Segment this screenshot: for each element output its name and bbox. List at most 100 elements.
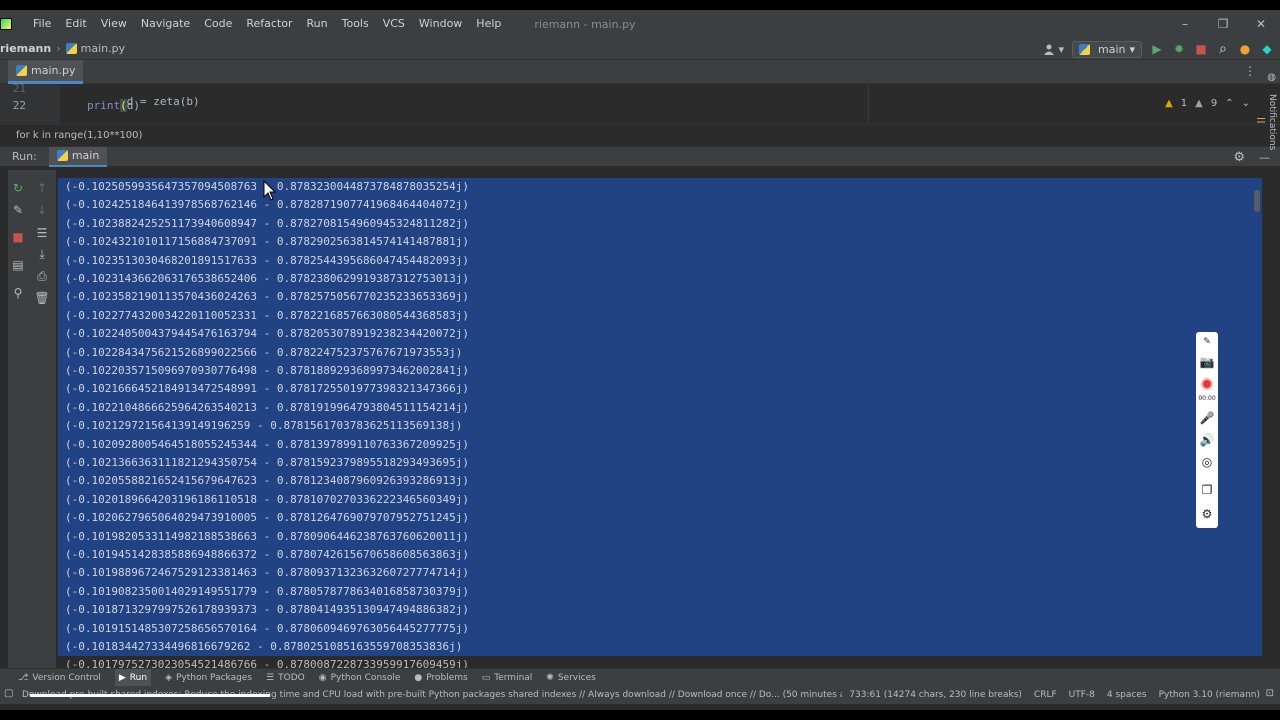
inspection-widget[interactable]: ▲ 1 ▲ 9 ⌃ ⌄ [1165,98,1250,109]
menu-help[interactable]: Help [469,10,508,38]
console-line[interactable]: (-0.1020928005464518055245344 - 0.878139… [58,435,1262,454]
console-line[interactable]: (-0.1019889672467529123381463 - 0.878093… [58,564,1262,583]
menu-tools[interactable]: Tools [335,10,376,38]
tool-run[interactable]: ▶ Run [114,668,152,687]
code-line[interactable]: print(d) [87,99,140,112]
camera-icon[interactable]: 📷 [1199,354,1215,370]
console-line[interactable]: (-0.1023513030468201891517633 - 0.878254… [58,251,1262,270]
editor-menu-icon[interactable]: ☰ [1256,116,1266,124]
code-editor[interactable]: 21 22 d = zeta(b) print(d) ▲ 1 ▲ 9 ⌃ ⌄ ☰ [0,84,1280,124]
line-separator[interactable]: CRLF [1034,690,1057,700]
layout-icon[interactable]: ▤ [10,257,26,273]
lock-icon[interactable]: ⊡ [1266,688,1274,699]
console-line[interactable]: (-0.101834427334496816679262 - 0.8780251… [58,638,1262,657]
rerun-icon[interactable]: ▶ [1150,42,1164,56]
code-breadcrumb[interactable]: for k in range(1,10**100) [0,124,1280,146]
wrench-icon[interactable]: ✎ [10,202,26,218]
speaker-icon[interactable]: 🔊 [1199,432,1215,448]
more-tabs-icon[interactable]: ⋮ [1244,64,1256,78]
breadcrumb-file[interactable]: main.py [65,42,125,55]
console-line[interactable]: (-0.1023143662063176538652406 - 0.878238… [58,270,1262,289]
console-line[interactable]: (-0.1022035715096970930776498 - 0.878188… [58,362,1262,381]
console-line[interactable]: (-0.1019820533114982188538663 - 0.878090… [58,527,1262,546]
console-line[interactable]: (-0.1019082350014029149551779 - 0.878057… [58,582,1262,602]
console-line[interactable]: (-0.1020189664203196186110518 - 0.878107… [58,490,1262,510]
tool-services[interactable]: ✺ Services [546,673,596,683]
console-line[interactable]: (-0.1022843475621526899022566 - 0.878224… [58,343,1262,362]
indent-setting[interactable]: 4 spaces [1107,690,1147,700]
file-encoding[interactable]: UTF-8 [1069,690,1095,700]
search-icon[interactable]: ⌕ [1216,41,1230,57]
next-highlight-icon[interactable]: ⌄ [1242,98,1250,109]
menu-file[interactable]: File [26,10,58,38]
console-line[interactable]: (-0.1022405004379445476163794 - 0.878205… [58,325,1262,344]
console-line[interactable]: (-0.1020558821652415679647623 - 0.878123… [58,472,1262,491]
menu-edit[interactable]: Edit [58,10,93,38]
tool-version-control[interactable]: ⎇ Version Control [18,673,101,683]
rerun-icon[interactable]: ↻ [10,180,26,196]
down-icon[interactable]: ↓ [34,202,50,218]
caret-position[interactable]: 733:61 (14274 chars, 230 line breaks) [849,690,1022,700]
webcam-icon[interactable]: ◎ [1199,454,1215,470]
console-line[interactable]: (-0.1024251846413978568762146 - 0.878287… [58,196,1262,215]
notifications-bell-icon[interactable]: ◍ [1267,72,1276,83]
tool-python-console[interactable]: ◉ Python Console [319,673,401,683]
hide-icon[interactable]: — [1259,151,1270,164]
notifications-label[interactable]: Notifications [1267,94,1277,150]
menu-window[interactable]: Window [412,10,469,38]
menu-view[interactable]: View [94,10,134,38]
console-line[interactable]: (-0.1021666452184913472548991 - 0.878172… [58,380,1262,399]
tab-main-py[interactable]: main.py [8,60,84,84]
stop-icon[interactable]: ■ [10,229,26,245]
console-line[interactable]: (-0.1018713297997526178939373 - 0.878041… [58,601,1262,620]
tool-terminal[interactable]: ▭ Terminal [482,673,533,683]
maximize-button[interactable]: ❐ [1204,10,1242,38]
layout-toggle-icon[interactable]: ▢ [4,688,13,699]
menu-run[interactable]: Run [300,10,335,38]
previous-highlight-icon[interactable]: ⌃ [1225,98,1233,109]
gear-icon[interactable]: ⚙ [1199,506,1215,522]
menu-navigate[interactable]: Navigate [134,10,197,38]
console-scrollbar[interactable] [1254,190,1260,212]
scroll-to-end-icon[interactable]: ⤓ [34,246,50,262]
menu-code[interactable]: Code [197,10,239,38]
update-icon[interactable]: ● [1238,42,1252,56]
close-button[interactable]: ✕ [1242,10,1280,38]
python-interpreter[interactable]: Python 3.10 (riemann) [1159,690,1260,700]
menu-refactor[interactable]: Refactor [239,10,299,38]
tool-problems[interactable]: ● Problems [414,673,467,683]
microphone-icon[interactable]: 🎤 [1199,410,1215,426]
console-line[interactable]: (-0.1025059935647357094508763 - 0.878323… [58,178,1262,197]
console-line[interactable]: (-0.1020627965064029473910005 - 0.878126… [58,509,1262,528]
tool-python-packages[interactable]: ◈ Python Packages [165,673,252,683]
console-line[interactable]: (-0.102129721564139149196259 - 0.8781561… [58,417,1262,436]
pin-icon[interactable]: ⚲ [10,285,26,301]
console-line[interactable]: (-0.1022774320034220110052331 - 0.878221… [58,306,1262,326]
jetbrains-icon[interactable]: ◆ [1260,42,1274,56]
console-line[interactable]: (-0.1019451428385886948866372 - 0.878074… [58,546,1262,565]
console-line[interactable]: (-0.1023882425251173940608947 - 0.878270… [58,214,1262,234]
console-line[interactable]: (-0.1023582190113570436024263 - 0.878257… [58,288,1262,307]
up-icon[interactable]: ↑ [34,180,50,196]
window-icon[interactable]: ❐ [1199,482,1215,498]
stop-icon[interactable]: ■ [1194,42,1208,56]
menu-vcs[interactable]: VCS [376,10,412,38]
trash-icon[interactable]: 🗑 [34,290,50,306]
run-config-select[interactable]: main ▾ [1071,40,1142,58]
print-icon[interactable]: ⎙ [34,268,50,284]
console-line[interactable]: (-0.1021366363111821294350754 - 0.878159… [58,454,1262,473]
console-line[interactable]: (-0.1024321010117156884737091 - 0.878290… [58,233,1262,252]
console-line[interactable]: (-0.1019151485307258656570164 - 0.878060… [58,619,1262,638]
tool-todo[interactable]: ☰ TODO [266,673,305,683]
recorder-menu-icon[interactable]: ✎ [1199,334,1215,350]
breadcrumb-project[interactable]: riemann [0,42,51,55]
run-tab-main[interactable]: main [48,146,108,167]
soft-wrap-icon[interactable]: ☰ [34,225,50,241]
console-line[interactable]: (-0.1022104866625964263540213 - 0.878191… [58,398,1262,418]
record-button[interactable] [1199,376,1215,392]
user-icon[interactable] [1042,42,1056,56]
minimize-button[interactable]: – [1166,10,1204,38]
user-dropdown-icon[interactable]: ▾ [1058,43,1064,56]
run-console[interactable]: (-0.1025059935647357094508763 - 0.878323… [58,168,1262,670]
debug-icon[interactable]: ✹ [1172,42,1186,56]
